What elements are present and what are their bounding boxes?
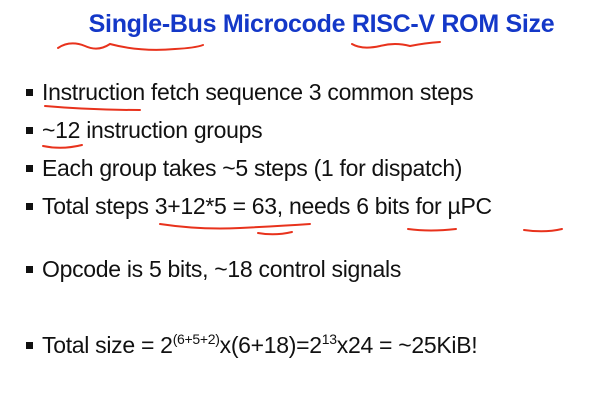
- formula-exponent: (6+5+2): [172, 331, 220, 347]
- bullet-item: Instruction fetch sequence 3 common step…: [26, 79, 474, 106]
- underline-annotation: [44, 105, 141, 111]
- bullet-text: Total steps 3+12*5 = 63, needs 6 bits fo…: [42, 193, 492, 219]
- bullet-text: ~12 instruction groups: [42, 117, 263, 143]
- underline-annotation: [42, 144, 83, 149]
- bullet-item: Opcode is 5 bits, ~18 control signals: [26, 256, 401, 283]
- bullet-item: Total steps 3+12*5 = 63, needs 6 bits fo…: [26, 193, 492, 220]
- formula-part: Total size = 2: [42, 332, 173, 358]
- formula-exponent: 13: [321, 331, 337, 347]
- bullet-square-icon: [26, 165, 33, 172]
- bullet-square-icon: [26, 89, 33, 96]
- underline-annotation: [159, 223, 311, 230]
- bullet-text: Opcode is 5 bits, ~18 control signals: [42, 256, 402, 282]
- bullet-square-icon: [26, 342, 33, 349]
- slide-title: Single-Bus Microcode RISC-V ROM Size: [88, 10, 555, 38]
- bullet-text: Each group takes ~5 steps (1 for dispatc…: [42, 155, 463, 181]
- bullet-square-icon: [26, 266, 33, 273]
- bullet-square-icon: [26, 203, 33, 210]
- bullet-text: Instruction fetch sequence 3 common step…: [42, 79, 474, 105]
- bullet-item: ~12 instruction groups: [26, 117, 263, 144]
- bullet-item: Each group takes ~5 steps (1 for dispatc…: [26, 155, 462, 182]
- formula: Total size = 2(6+5+2)x(6+18)=213x24 = ~2…: [42, 331, 478, 359]
- bullet-item-total-size: Total size = 2(6+5+2)x(6+18)=213x24 = ~2…: [26, 331, 478, 359]
- formula-part: x24 = ~25KiB!: [336, 332, 478, 358]
- underline-annotation: [523, 228, 563, 233]
- formula-part: x(6+18)=2: [219, 332, 322, 358]
- bullet-square-icon: [26, 127, 33, 134]
- underline-annotation: [257, 231, 293, 236]
- underline-annotation: [407, 228, 457, 232]
- underline-annotation: [57, 42, 204, 51]
- underline-annotation: [351, 41, 441, 49]
